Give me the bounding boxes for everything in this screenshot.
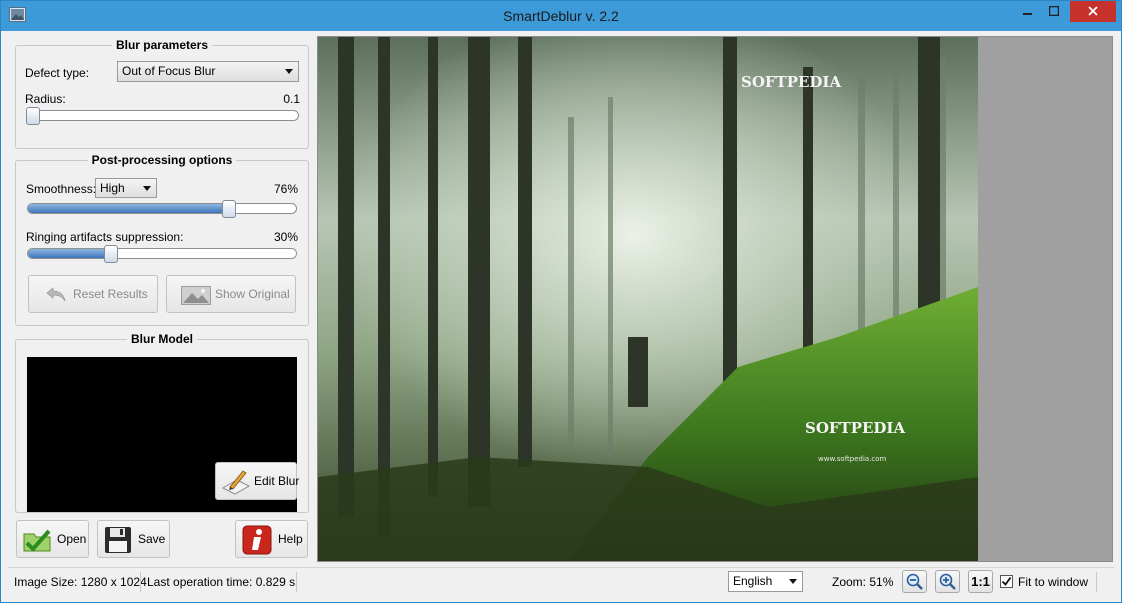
window-title: SmartDeblur v. 2.2 [503,8,619,24]
blur-model-title: Blur Model [127,332,197,346]
open-button[interactable]: Open [16,520,89,558]
reset-results-button[interactable]: Reset Results [28,275,158,313]
language-select[interactable]: English [728,571,803,592]
softpedia-watermark-top: SOFTPEDIA [741,73,841,91]
undo-arrow-icon [46,287,66,302]
help-button[interactable]: Help [235,520,308,558]
minimize-button[interactable] [1014,1,1041,23]
defect-type-label: Defect type: [25,66,90,80]
app-window: SmartDeblur v. 2.2 Blur parameters Defec… [0,0,1122,603]
save-button[interactable]: Save [97,520,170,558]
blur-model-group: Blur Model Edit Blur [15,332,309,513]
fit-to-window-label: Fit to window [1018,575,1089,589]
help-label: Help [278,532,303,546]
softpedia-watermark-bottom: SOFTPEDIA [805,419,905,437]
zoom-level: Zoom: 51% [832,575,894,589]
smoothness-slider[interactable] [27,203,297,214]
open-label: Open [57,532,87,546]
smoothness-select[interactable]: High [95,178,157,198]
post-processing-group: Post-processing options Smoothness: High… [15,153,309,326]
minimize-icon [1022,13,1032,15]
checkmark-icon [1001,576,1012,586]
softpedia-url: www.softpedia.com [818,455,887,463]
smoothness-slider-thumb[interactable] [222,200,236,218]
chevron-down-icon [789,579,797,584]
chevron-down-icon [285,69,293,74]
radius-slider-thumb[interactable] [26,107,40,125]
radius-value: 0.1 [283,92,300,106]
defect-type-select[interactable]: Out of Focus Blur [117,61,299,82]
radius-label: Radius: [25,92,66,106]
reset-results-label: Reset Results [73,287,148,301]
smoothness-label: Smoothness: [26,182,97,196]
info-icon [242,525,272,555]
radius-slider[interactable] [26,110,299,121]
maximize-icon [1048,5,1059,17]
edit-blur-button[interactable]: Edit Blur [215,462,300,500]
client-area: Blur parameters Defect type: Out of Focu… [8,31,1114,597]
show-original-button[interactable]: Show Original [166,275,296,313]
pencil-icon [221,470,251,495]
zoom-out-icon [906,573,923,590]
zoom-in-icon [939,573,956,590]
ringing-slider-fill [28,249,112,258]
smoothness-slider-fill [28,204,230,213]
post-processing-title: Post-processing options [87,153,237,167]
language-value: English [733,574,773,588]
ringing-percent: 30% [273,230,298,244]
smoothness-value: High [100,181,125,195]
ringing-label: Ringing artifacts suppression: [26,230,184,244]
show-original-label: Show Original [215,287,290,301]
forest-photo: SOFTPEDIA SOFTPEDIA www.softpedia.com [318,37,978,561]
ringing-slider[interactable] [27,248,297,259]
save-label: Save [138,532,166,546]
title-bar[interactable]: SmartDeblur v. 2.2 [1,1,1121,31]
actual-size-label: 1:1 [971,574,990,589]
chevron-down-icon [143,186,151,191]
zoom-out-button[interactable] [902,570,927,593]
maximize-button[interactable] [1040,1,1067,23]
actual-size-button[interactable]: 1:1 [968,570,993,593]
image-icon [181,286,211,305]
smoothness-percent: 76% [273,182,298,196]
ringing-slider-thumb[interactable] [104,245,118,263]
close-button[interactable] [1070,1,1116,22]
last-operation-time: Last operation time: 0.829 s [147,575,296,589]
image-viewer[interactable]: SOFTPEDIA SOFTPEDIA www.softpedia.com [317,36,1113,562]
blur-parameters-title: Blur parameters [111,38,213,52]
close-icon [1088,6,1098,16]
floppy-disk-icon [105,527,131,553]
zoom-in-button[interactable] [935,570,960,593]
status-bar: Image Size: 1280 x 1024 Last operation t… [8,567,1114,595]
defect-type-value: Out of Focus Blur [122,64,216,78]
blur-parameters-group: Blur parameters Defect type: Out of Focu… [15,38,309,149]
image-size: Image Size: 1280 x 1024 [14,575,147,589]
fit-to-window-checkbox[interactable] [1000,575,1013,588]
edit-blur-label: Edit Blur [254,474,300,488]
open-folder-icon [23,529,51,552]
